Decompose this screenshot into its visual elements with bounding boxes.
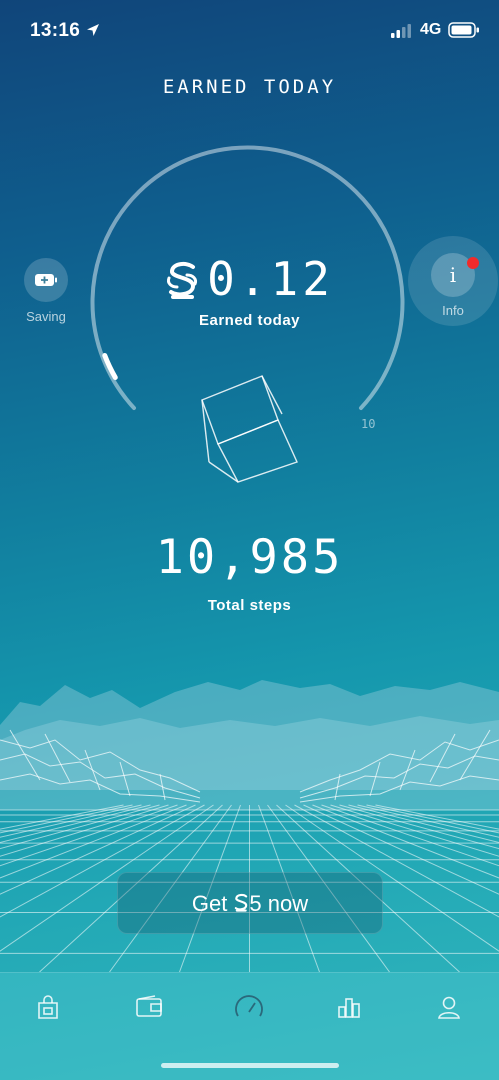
app-screen: 13:16 4G EARNED TODAY Saving i Info 0.12… <box>0 0 499 1080</box>
sweatcoin-icon <box>167 261 198 299</box>
cta-prefix: Get <box>191 891 234 916</box>
tab-profile[interactable] <box>429 987 469 1027</box>
get-coins-button[interactable]: Get 5 now <box>117 872 383 934</box>
earned-amount-label: Earned today <box>198 312 301 329</box>
home-indicator <box>161 1063 339 1068</box>
speedometer-icon <box>235 995 263 1017</box>
total-steps-value: 10,985 <box>155 530 344 585</box>
tab-stats[interactable] <box>329 987 369 1027</box>
cube-icon <box>201 375 298 483</box>
earned-amount-value: 0.12 <box>207 252 334 306</box>
cta-suffix: now <box>261 891 309 916</box>
shopping-bag-icon <box>38 995 58 1019</box>
profile-icon <box>438 996 460 1019</box>
total-steps-label: Total steps <box>207 597 292 614</box>
earned-amount: 0.12 <box>0 252 499 306</box>
wallet-icon <box>136 995 162 1017</box>
dial-max-label: 10 <box>361 417 376 431</box>
tab-shop[interactable] <box>28 987 68 1027</box>
tab-home[interactable] <box>229 987 269 1027</box>
sweatcoin-icon <box>235 893 248 912</box>
cta-amount: 5 <box>249 891 262 916</box>
bar-chart-icon <box>338 998 360 1018</box>
tab-wallet[interactable] <box>129 987 169 1027</box>
